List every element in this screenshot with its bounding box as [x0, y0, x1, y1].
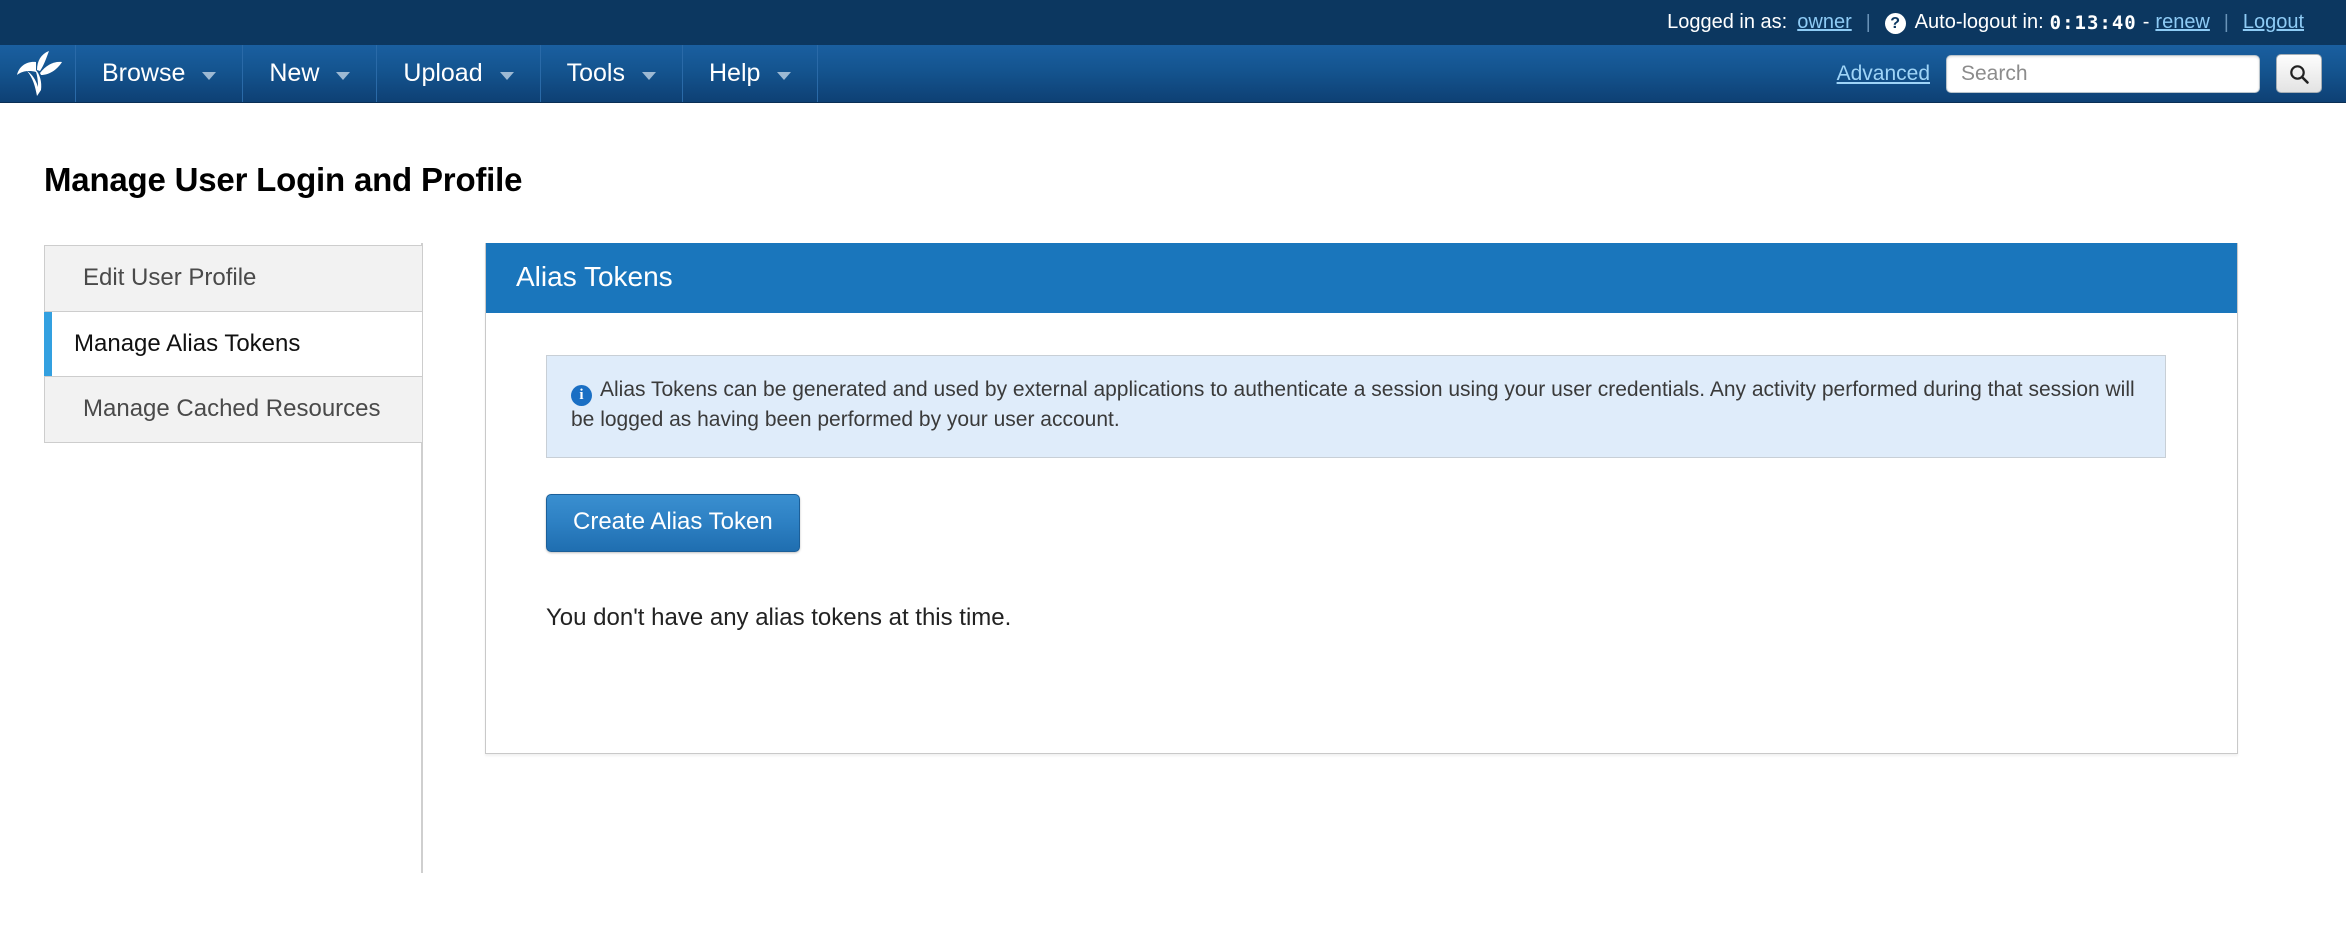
- chevron-down-icon: [642, 71, 656, 80]
- content-layout: Edit User Profile Manage Alias Tokens Ma…: [44, 243, 2302, 873]
- sidebar-item-label: Manage Cached Resources: [83, 395, 381, 423]
- chevron-down-icon: [777, 71, 792, 80]
- nav-item-upload-label: Upload: [403, 59, 483, 87]
- search-icon: [2290, 64, 2309, 84]
- search-button[interactable]: [2276, 54, 2322, 93]
- sidebar-item-manage-cached-resources[interactable]: Manage Cached Resources: [44, 376, 423, 444]
- sidebar-list: Edit User Profile Manage Alias Tokens Ma…: [44, 245, 423, 444]
- advanced-search-link[interactable]: Advanced: [1837, 62, 1930, 86]
- nav-item-help[interactable]: Help: [683, 45, 819, 102]
- utility-separator-2: |: [2223, 11, 2229, 33]
- logout-link[interactable]: Logout: [2243, 11, 2304, 34]
- nav-item-help-label: Help: [709, 59, 761, 87]
- xnat-leaf-logo-icon: [16, 50, 62, 96]
- sidebar-item-manage-alias-tokens[interactable]: Manage Alias Tokens: [44, 310, 423, 377]
- nav-item-browse-label: Browse: [102, 59, 186, 87]
- username-link[interactable]: owner: [1797, 11, 1851, 34]
- sidebar-item-edit-user-profile[interactable]: Edit User Profile: [44, 245, 423, 311]
- utility-bar: Logged in as: owner | ? Auto-logout in: …: [0, 0, 2346, 45]
- chevron-down-icon: [499, 71, 514, 80]
- main-navigation-bar: Browse New Upload Tools Help Advanced: [0, 45, 2346, 103]
- panel-header: Alias Tokens: [486, 243, 2237, 313]
- nav-item-upload[interactable]: Upload: [377, 45, 541, 102]
- search-input[interactable]: [1946, 54, 2260, 93]
- create-alias-token-button[interactable]: Create Alias Token: [546, 493, 800, 552]
- empty-state-message: You don't have any alias tokens at this …: [546, 603, 1012, 631]
- utility-separator-1: |: [1865, 11, 1871, 33]
- site-logo[interactable]: [0, 45, 76, 102]
- info-icon: i: [571, 385, 592, 406]
- logged-in-label: Logged in as:: [1667, 11, 1788, 33]
- page-title: Manage User Login and Profile: [44, 161, 523, 198]
- autologout-timer: 0:13:40: [2049, 11, 2137, 34]
- nav-right-group: Advanced: [1837, 45, 2346, 102]
- sidebar: Edit User Profile Manage Alias Tokens Ma…: [44, 243, 423, 873]
- autologout-dash: -: [2142, 11, 2150, 33]
- nav-item-tools[interactable]: Tools: [541, 45, 683, 102]
- renew-link[interactable]: renew: [2155, 11, 2209, 34]
- info-alert: i Alias Tokens can be generated and used …: [546, 355, 2166, 458]
- nav-item-new[interactable]: New: [243, 45, 378, 102]
- chevron-down-icon: [336, 71, 351, 80]
- autologout-label: Auto-logout in:: [1914, 11, 2044, 33]
- sidebar-item-label: Manage Alias Tokens: [74, 329, 301, 357]
- info-alert-text: Alias Tokens can be generated and used b…: [571, 378, 2135, 432]
- nav-items: Browse New Upload Tools Help: [76, 45, 819, 102]
- page-container: Manage User Login and Profile Edit User …: [0, 161, 2346, 873]
- panel-body: i Alias Tokens can be generated and used …: [486, 313, 2237, 753]
- nav-item-tools-label: Tools: [566, 59, 625, 87]
- alias-tokens-panel: Alias Tokens i Alias Tokens can be genera…: [485, 243, 2238, 754]
- nav-item-new-label: New: [269, 59, 320, 87]
- help-icon[interactable]: ?: [1884, 13, 1906, 34]
- nav-item-browse[interactable]: Browse: [76, 45, 244, 102]
- sidebar-item-label: Edit User Profile: [83, 264, 257, 291]
- chevron-down-icon: [202, 71, 217, 80]
- main-content: Alias Tokens i Alias Tokens can be genera…: [423, 243, 2302, 873]
